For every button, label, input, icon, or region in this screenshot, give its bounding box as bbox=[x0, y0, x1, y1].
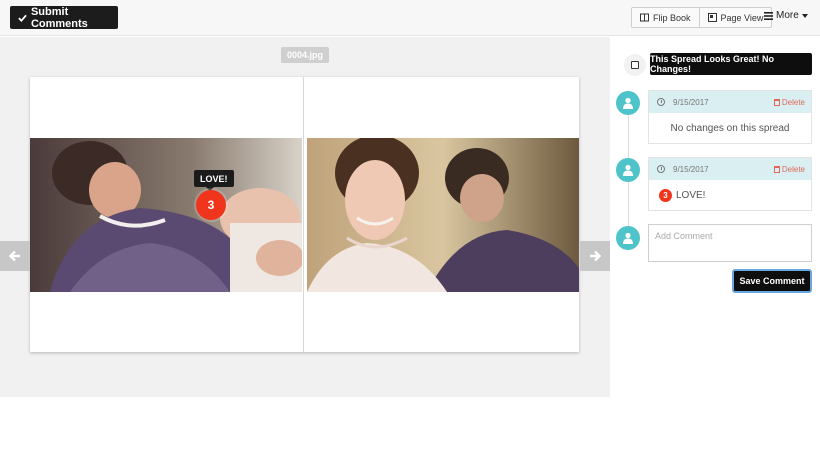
next-spread-button[interactable] bbox=[580, 241, 610, 271]
photo-right-image bbox=[307, 138, 579, 292]
save-comment-button[interactable]: Save Comment bbox=[732, 269, 812, 293]
page-view-button[interactable]: Page View bbox=[698, 8, 772, 27]
comment-date: 9/15/2017 bbox=[673, 97, 709, 107]
photo-right[interactable] bbox=[307, 138, 579, 292]
add-comment-input[interactable] bbox=[648, 224, 812, 262]
comment-body: 3 LOVE! bbox=[649, 180, 811, 210]
comment-pin[interactable]: 3 bbox=[196, 190, 226, 220]
page-gutter bbox=[303, 77, 304, 352]
comment-header: 9/15/2017 Delete bbox=[649, 158, 811, 180]
delete-comment-button[interactable]: Delete bbox=[773, 97, 805, 107]
delete-comment-button[interactable]: Delete bbox=[773, 164, 805, 174]
top-toolbar: Submit Comments Flip Book Page View More bbox=[0, 0, 820, 36]
comment-header: 9/15/2017 Delete bbox=[649, 91, 811, 113]
avatar bbox=[616, 226, 640, 250]
arrow-right-icon bbox=[590, 250, 602, 262]
filename-badge: 0004.jpg bbox=[281, 47, 329, 63]
photo-left[interactable] bbox=[30, 138, 302, 292]
comment-text: LOVE! bbox=[676, 189, 706, 201]
view-mode-group: Flip Book Page View bbox=[631, 7, 773, 28]
arrow-left-icon bbox=[8, 250, 20, 262]
user-icon bbox=[623, 232, 633, 244]
comment-text: No changes on this spread bbox=[670, 122, 790, 134]
comment-card: 9/15/2017 Delete No changes on this spre… bbox=[648, 90, 812, 144]
approve-checkbox-wrap[interactable] bbox=[624, 54, 646, 76]
hamburger-icon bbox=[764, 11, 773, 20]
clock-icon bbox=[657, 165, 665, 173]
submit-comments-button[interactable]: Submit Comments bbox=[10, 5, 118, 30]
album-spread[interactable]: LOVE! 3 bbox=[30, 77, 579, 352]
clock-icon bbox=[657, 98, 665, 106]
page-icon bbox=[707, 13, 717, 22]
spread-viewer: 0004.jpg LOVE! 3 bbox=[0, 37, 610, 397]
user-icon bbox=[623, 97, 633, 109]
more-menu-button[interactable]: More bbox=[764, 10, 808, 21]
delete-label: Delete bbox=[781, 164, 805, 174]
book-icon bbox=[640, 13, 649, 22]
trash-icon bbox=[773, 98, 780, 106]
check-icon bbox=[18, 14, 27, 22]
user-icon bbox=[623, 164, 633, 176]
comment-tooltip: LOVE! bbox=[194, 170, 234, 191]
avatar bbox=[616, 91, 640, 115]
photo-left-image bbox=[30, 138, 302, 292]
approve-spread-button[interactable]: This Spread Looks Great! No Changes! bbox=[650, 53, 812, 75]
avatar bbox=[616, 158, 640, 182]
delete-label: Delete bbox=[781, 97, 805, 107]
trash-icon bbox=[773, 165, 780, 173]
submit-comments-label: Submit Comments bbox=[30, 5, 88, 30]
approve-checkbox[interactable] bbox=[631, 61, 639, 69]
flip-book-button[interactable]: Flip Book bbox=[632, 8, 699, 27]
comment-card: 9/15/2017 Delete 3 LOVE! bbox=[648, 157, 812, 211]
comment-pin-badge: 3 bbox=[659, 188, 672, 202]
more-label: More bbox=[776, 10, 799, 21]
page-view-label: Page View bbox=[720, 12, 764, 23]
comments-sidebar: This Spread Looks Great! No Changes! 9/1… bbox=[610, 37, 820, 466]
flip-book-label: Flip Book bbox=[653, 12, 691, 23]
caret-down-icon bbox=[801, 13, 808, 18]
comment-date: 9/15/2017 bbox=[673, 164, 709, 174]
previous-spread-button[interactable] bbox=[0, 241, 30, 271]
